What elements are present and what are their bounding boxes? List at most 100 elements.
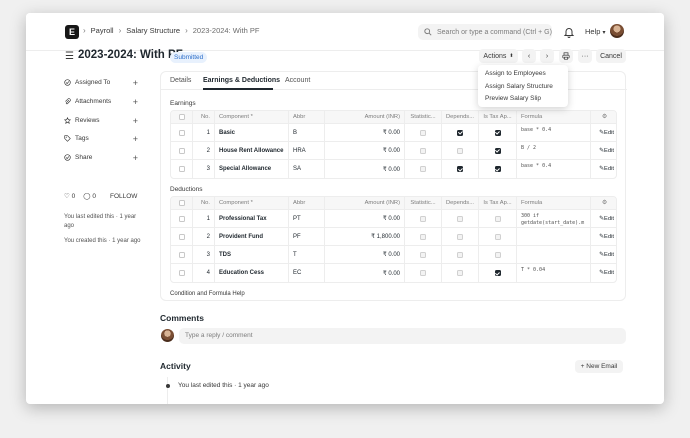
sidebar-item-assigned-to[interactable]: Assigned To + [64, 78, 138, 88]
edit-row-button[interactable]: ✎ Edit [591, 160, 616, 178]
menu-toggle-icon[interactable]: ☰ [65, 51, 74, 62]
tax-applicable-checkbox[interactable] [479, 210, 517, 227]
statistical-checkbox[interactable] [405, 228, 442, 245]
row-select-checkbox[interactable] [171, 160, 193, 178]
menu-item-assign-to-employees[interactable]: Assign to Employees [478, 68, 568, 81]
tax-applicable-checkbox[interactable] [479, 228, 517, 245]
add-icon[interactable]: + [133, 97, 138, 107]
add-icon[interactable]: + [133, 78, 138, 88]
row-select-checkbox[interactable] [171, 246, 193, 263]
follow-button[interactable]: FOLLOW [110, 193, 137, 200]
formula-cell[interactable]: 300 if getdate(start_date).m [517, 210, 591, 227]
column-settings-icon[interactable]: ⚙ [591, 111, 616, 123]
row-select-checkbox[interactable] [171, 264, 193, 282]
more-options-button[interactable]: ··· [578, 49, 592, 63]
component-cell[interactable]: Professional Tax [215, 210, 289, 227]
abbr-cell[interactable]: SA [289, 160, 325, 178]
abbr-cell[interactable]: B [289, 124, 325, 141]
breadcrumb-salary-structure[interactable]: Salary Structure [126, 26, 180, 35]
amount-cell[interactable]: ₹ 0.00 [325, 246, 405, 263]
amount-cell[interactable]: ₹ 0.00 [325, 160, 405, 178]
depends-on-payment-days-checkbox[interactable] [442, 228, 479, 245]
statistical-checkbox[interactable] [405, 264, 442, 282]
app-logo[interactable]: E [65, 25, 79, 39]
formula-cell[interactable]: B / 2 [517, 142, 591, 159]
search-bar[interactable]: Search or type a command (Ctrl + G) [418, 24, 552, 40]
component-cell[interactable]: House Rent Allowance [215, 142, 289, 159]
depends-on-payment-days-checkbox[interactable] [442, 124, 479, 141]
depends-on-payment-days-checkbox[interactable] [442, 160, 479, 178]
abbr-cell[interactable]: EC [289, 264, 325, 282]
select-all-checkbox[interactable] [171, 197, 193, 209]
edit-row-button[interactable]: ✎ Edit [591, 228, 616, 245]
print-button[interactable] [559, 49, 573, 63]
amount-cell[interactable]: ₹ 0.00 [325, 142, 405, 159]
next-record-button[interactable]: › [540, 49, 554, 63]
component-cell[interactable]: Basic [215, 124, 289, 141]
amount-cell[interactable]: ₹ 0.00 [325, 264, 405, 282]
help-menu[interactable]: Help ▾ [585, 27, 606, 36]
breadcrumb-payroll[interactable]: Payroll [91, 26, 114, 35]
menu-item-assign-salary-structure[interactable]: Assign Salary Structure [478, 81, 568, 94]
tax-applicable-checkbox[interactable] [479, 264, 517, 282]
column-settings-icon[interactable]: ⚙ [591, 197, 616, 209]
breadcrumb-current[interactable]: 2023-2024: With PF [193, 26, 260, 35]
tab-details[interactable]: Details [170, 77, 191, 84]
row-select-checkbox[interactable] [171, 228, 193, 245]
sidebar-item-reviews[interactable]: Reviews + [64, 116, 138, 126]
component-cell[interactable]: TDS [215, 246, 289, 263]
edit-row-button[interactable]: ✎ Edit [591, 246, 616, 263]
edit-row-button[interactable]: ✎ Edit [591, 264, 616, 282]
statistical-checkbox[interactable] [405, 124, 442, 141]
formula-cell[interactable] [517, 228, 591, 245]
add-icon[interactable]: + [133, 153, 138, 163]
formula-help-link[interactable]: Condition and Formula Help [170, 291, 245, 297]
abbr-cell[interactable]: PT [289, 210, 325, 227]
amount-cell[interactable]: ₹ 1,800.00 [325, 228, 405, 245]
edit-row-button[interactable]: ✎ Edit [591, 124, 616, 141]
tax-applicable-checkbox[interactable] [479, 160, 517, 178]
add-icon[interactable]: + [133, 134, 138, 144]
previous-record-button[interactable]: ‹ [522, 49, 536, 63]
formula-cell[interactable]: T * 0.04 [517, 264, 591, 282]
component-cell[interactable]: Provident Fund [215, 228, 289, 245]
depends-on-payment-days-checkbox[interactable] [442, 246, 479, 263]
sidebar-item-share[interactable]: Share + [64, 153, 138, 163]
abbr-cell[interactable]: T [289, 246, 325, 263]
edit-row-button[interactable]: ✎ Edit [591, 210, 616, 227]
row-select-checkbox[interactable] [171, 210, 193, 227]
abbr-cell[interactable]: PF [289, 228, 325, 245]
comment-count-button[interactable]: ◯ 0 [83, 192, 96, 200]
component-cell[interactable]: Special Allowance [215, 160, 289, 178]
depends-on-payment-days-checkbox[interactable] [442, 264, 479, 282]
sidebar-item-tags[interactable]: Tags + [64, 134, 138, 144]
user-avatar[interactable] [610, 24, 624, 38]
formula-cell[interactable]: base * 0.4 [517, 160, 591, 178]
tab-earnings-deductions[interactable]: Earnings & Deductions [203, 77, 280, 84]
tab-account[interactable]: Account [285, 77, 310, 84]
formula-cell[interactable] [517, 246, 591, 263]
tax-applicable-checkbox[interactable] [479, 124, 517, 141]
edit-row-button[interactable]: ✎ Edit [591, 142, 616, 159]
abbr-cell[interactable]: HRA [289, 142, 325, 159]
row-select-checkbox[interactable] [171, 142, 193, 159]
tax-applicable-checkbox[interactable] [479, 246, 517, 263]
comment-input[interactable]: Type a reply / comment [179, 328, 626, 344]
menu-item-preview-salary-slip[interactable]: Preview Salary Slip [478, 93, 568, 106]
statistical-checkbox[interactable] [405, 210, 442, 227]
depends-on-payment-days-checkbox[interactable] [442, 142, 479, 159]
statistical-checkbox[interactable] [405, 246, 442, 263]
component-cell[interactable]: Education Cess [215, 264, 289, 282]
select-all-checkbox[interactable] [171, 111, 193, 123]
add-icon[interactable]: + [133, 116, 138, 126]
depends-on-payment-days-checkbox[interactable] [442, 210, 479, 227]
new-email-button[interactable]: + New Email [575, 360, 623, 373]
actions-button[interactable]: Actions ⬍ [479, 49, 518, 63]
bell-icon[interactable] [562, 25, 576, 39]
statistical-checkbox[interactable] [405, 142, 442, 159]
like-button[interactable]: ♡ 0 [64, 192, 75, 200]
amount-cell[interactable]: ₹ 0.00 [325, 124, 405, 141]
row-select-checkbox[interactable] [171, 124, 193, 141]
tax-applicable-checkbox[interactable] [479, 142, 517, 159]
statistical-checkbox[interactable] [405, 160, 442, 178]
